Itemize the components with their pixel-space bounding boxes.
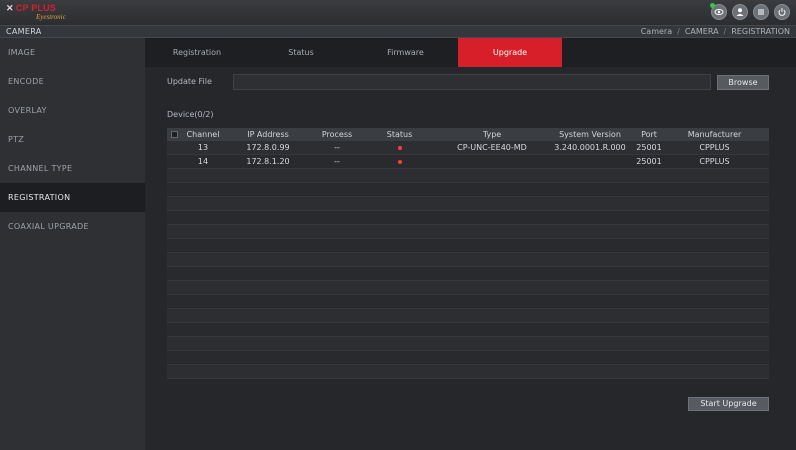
cell-manufacturer: CPPLUS bbox=[699, 157, 730, 166]
column-header-port: Port bbox=[641, 130, 657, 139]
sidebar-item-encode[interactable]: ENCODE bbox=[0, 67, 145, 96]
cell-version bbox=[550, 155, 630, 169]
column-header-type: Type bbox=[482, 130, 502, 139]
breadcrumb-separator: / bbox=[723, 27, 727, 36]
table-row[interactable]: 13 172.8.0.99 -- CP-UNC-EE40-MD 3.240.0001.R… bbox=[167, 141, 769, 155]
table-row[interactable]: 14 172.8.1.20 -- 25001 CPPLUS bbox=[167, 155, 769, 169]
cell-version: 3.240.0001.R.000 bbox=[554, 143, 626, 152]
device-table: Channel IP Address Process Status Type S… bbox=[167, 128, 769, 379]
tab-bar: Registration Status Firmware Upgrade bbox=[145, 38, 796, 67]
table-row-empty bbox=[167, 225, 769, 239]
start-upgrade-button[interactable]: Start Upgrade bbox=[688, 397, 769, 411]
tab-registration[interactable]: Registration bbox=[145, 38, 249, 67]
column-header-manufacturer: Manufacturer bbox=[687, 130, 742, 139]
column-header-channel: Channel bbox=[186, 130, 220, 139]
table-row-empty bbox=[167, 337, 769, 351]
table-row-empty bbox=[167, 211, 769, 225]
cell-ip: 172.8.0.99 bbox=[246, 143, 290, 152]
tab-upgrade[interactable]: Upgrade bbox=[458, 38, 562, 67]
column-header-ip-address: IP Address bbox=[247, 130, 289, 139]
cell-channel: 13 bbox=[197, 143, 209, 152]
table-row-empty bbox=[167, 295, 769, 309]
tab-firmware[interactable]: Firmware bbox=[353, 38, 458, 67]
sidebar-item-registration[interactable]: REGISTRATION bbox=[0, 183, 145, 212]
breadcrumb-item: REGISTRATION bbox=[731, 27, 790, 36]
table-row-empty bbox=[167, 323, 769, 337]
table-row-empty bbox=[167, 253, 769, 267]
top-bar: ✕ CP PLUS Eyestronic bbox=[0, 0, 796, 26]
table-row-empty bbox=[167, 351, 769, 365]
cell-process: -- bbox=[334, 143, 340, 152]
table-row-empty bbox=[167, 365, 769, 379]
top-icon-group bbox=[710, 3, 790, 20]
page-title: CAMERA bbox=[6, 27, 42, 36]
cell-type: CP-UNC-EE40-MD bbox=[457, 143, 527, 152]
cell-port: 25001 bbox=[636, 143, 662, 152]
column-header-system-version: System Version bbox=[559, 130, 621, 139]
user-icon[interactable] bbox=[732, 4, 748, 20]
sidebar: IMAGE ENCODE OVERLAY PTZ CHANNEL TYPE RE… bbox=[0, 38, 145, 450]
menu-icon[interactable] bbox=[753, 4, 769, 20]
online-status-dot bbox=[710, 3, 715, 8]
update-file-label: Update File bbox=[167, 77, 212, 86]
table-row-empty bbox=[167, 281, 769, 295]
eye-icon[interactable] bbox=[710, 3, 727, 20]
table-row-empty bbox=[167, 309, 769, 323]
cell-type bbox=[437, 155, 547, 169]
status-offline-icon bbox=[397, 145, 402, 150]
breadcrumb-separator: / bbox=[677, 27, 680, 36]
cell-ip: 172.8.1.20 bbox=[246, 157, 290, 166]
sidebar-item-channel-type[interactable]: CHANNEL TYPE bbox=[0, 154, 145, 183]
table-row-empty bbox=[167, 239, 769, 253]
cell-process: -- bbox=[334, 157, 340, 166]
table-header: Channel IP Address Process Status Type S… bbox=[167, 128, 769, 141]
table-row-empty bbox=[167, 197, 769, 211]
cell-status bbox=[372, 141, 427, 155]
cell-manufacturer: CPPLUS bbox=[699, 143, 730, 152]
sidebar-item-ptz[interactable]: PTZ bbox=[0, 125, 145, 154]
sidebar-item-coaxial-upgrade[interactable]: COAXIAL UPGRADE bbox=[0, 212, 145, 241]
device-count: Device(0/2) bbox=[167, 110, 214, 119]
cell-port: 25001 bbox=[636, 157, 662, 166]
breadcrumb: Camera / CAMERA / REGISTRATION bbox=[641, 26, 790, 38]
update-file-field[interactable] bbox=[233, 74, 711, 90]
table-row-empty bbox=[167, 183, 769, 197]
column-header-status: Status bbox=[386, 130, 413, 139]
sidebar-item-overlay[interactable]: OVERLAY bbox=[0, 96, 145, 125]
title-bar: CAMERA Camera / CAMERA / REGISTRATION bbox=[0, 26, 796, 38]
status-offline-icon bbox=[397, 159, 402, 164]
cell-status bbox=[372, 155, 427, 169]
select-all-checkbox[interactable] bbox=[171, 131, 178, 138]
table-row-empty bbox=[167, 169, 769, 183]
breadcrumb-item[interactable]: Camera bbox=[641, 26, 672, 38]
power-icon[interactable] bbox=[774, 4, 790, 20]
cell-channel: 14 bbox=[197, 157, 209, 166]
main-panel: Registration Status Firmware Upgrade Upd… bbox=[145, 38, 796, 450]
table-row-empty bbox=[167, 267, 769, 281]
tab-status[interactable]: Status bbox=[249, 38, 353, 67]
breadcrumb-item[interactable]: CAMERA bbox=[685, 26, 719, 38]
sidebar-item-image[interactable]: IMAGE bbox=[0, 38, 145, 67]
browse-button[interactable]: Browse bbox=[717, 75, 769, 90]
column-header-process: Process bbox=[321, 130, 353, 139]
brand-logo: ✕ CP PLUS Eyestronic bbox=[6, 3, 66, 21]
